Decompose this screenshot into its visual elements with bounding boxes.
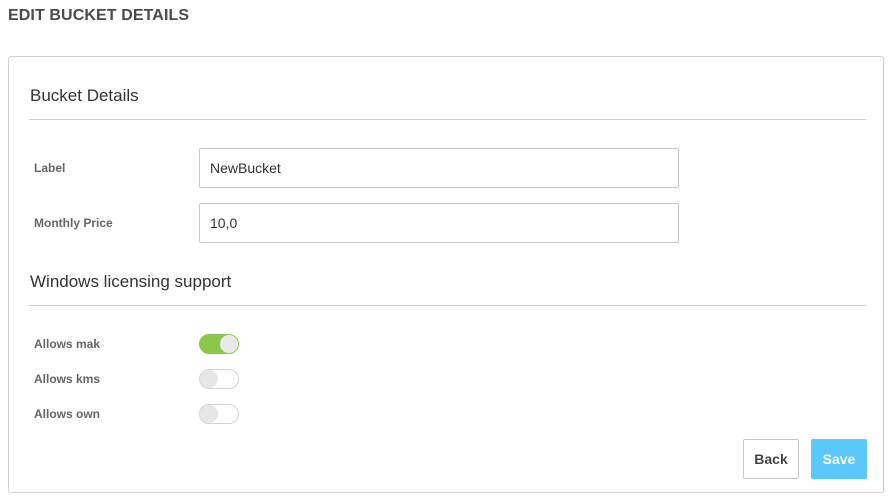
label-field-label: Label xyxy=(34,161,66,175)
allows-mak-label: Allows mak xyxy=(34,337,101,351)
toggle-knob xyxy=(220,335,238,353)
allows-mak-toggle[interactable] xyxy=(199,334,239,354)
section-divider xyxy=(29,119,866,120)
section-divider xyxy=(29,305,866,306)
toggle-knob xyxy=(200,405,218,423)
bucket-form-panel: Bucket Details Label Monthly Price Windo… xyxy=(8,56,884,493)
page-title: EDIT BUCKET DETAILS xyxy=(8,7,190,24)
monthly-price-input[interactable] xyxy=(199,203,679,243)
bucket-details-heading: Bucket Details xyxy=(30,86,139,105)
toggle-knob xyxy=(200,370,218,388)
allows-own-label: Allows own xyxy=(34,407,100,421)
back-button[interactable]: Back xyxy=(743,439,799,479)
allows-own-toggle[interactable] xyxy=(199,404,239,424)
label-input[interactable] xyxy=(199,148,679,188)
monthly-price-label: Monthly Price xyxy=(34,216,113,230)
windows-licensing-heading: Windows licensing support xyxy=(30,272,232,291)
save-button[interactable]: Save xyxy=(811,439,867,479)
allows-kms-label: Allows kms xyxy=(34,372,101,386)
allows-kms-toggle[interactable] xyxy=(199,369,239,389)
